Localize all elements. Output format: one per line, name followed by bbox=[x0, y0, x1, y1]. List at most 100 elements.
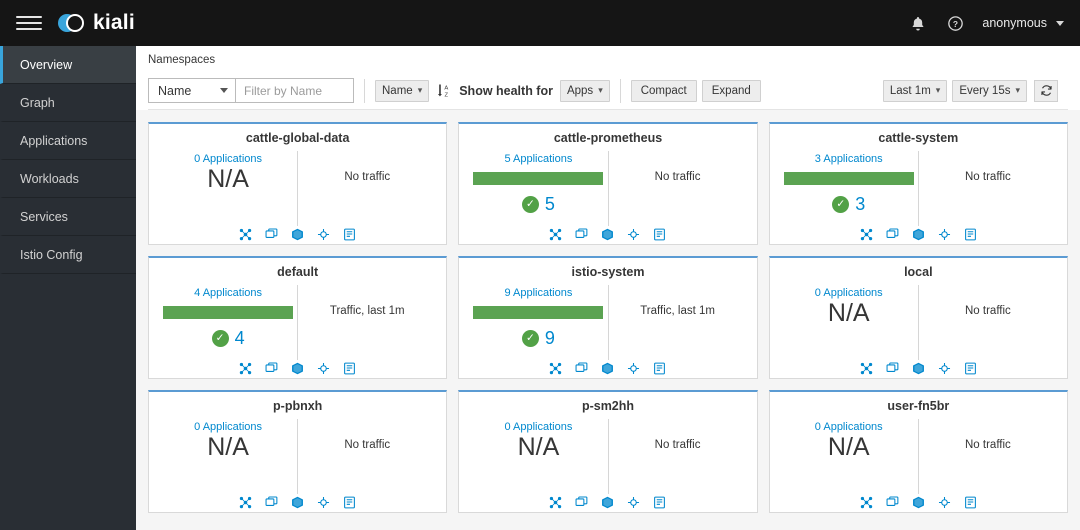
namespace-card[interactable]: p-sm2hh 0 Applications N/A No traffic bbox=[458, 390, 758, 513]
user-name: anonymous bbox=[982, 16, 1047, 30]
graph-icon[interactable] bbox=[549, 496, 562, 509]
applications-icon[interactable] bbox=[575, 496, 588, 509]
workloads-icon[interactable] bbox=[601, 496, 614, 509]
applications-icon[interactable] bbox=[886, 228, 899, 241]
istio-config-icon[interactable] bbox=[343, 228, 356, 241]
applications-icon[interactable] bbox=[265, 228, 278, 241]
namespace-card[interactable]: default 4 Applications ✓ 4 Traffic, last 1m bbox=[148, 256, 448, 379]
workloads-icon[interactable] bbox=[601, 362, 614, 375]
sidebar-item-applications[interactable]: Applications bbox=[0, 122, 136, 160]
namespace-card-body: 0 Applications N/A No traffic bbox=[469, 413, 746, 506]
applications-count-link[interactable]: 4 Applications bbox=[194, 287, 262, 299]
services-icon[interactable] bbox=[627, 496, 640, 509]
sidebar-item-workloads[interactable]: Workloads bbox=[0, 160, 136, 198]
masthead: kiali ? anonymous bbox=[0, 0, 1080, 46]
namespace-card[interactable]: user-fn5br 0 Applications N/A No traffic bbox=[768, 390, 1068, 513]
services-icon[interactable] bbox=[317, 362, 330, 375]
applications-count-link[interactable]: 0 Applications bbox=[504, 421, 572, 433]
istio-config-icon[interactable] bbox=[964, 362, 977, 375]
sidebar-item-services[interactable]: Services bbox=[0, 198, 136, 236]
applications-count-link[interactable]: 0 Applications bbox=[194, 153, 262, 165]
services-icon[interactable] bbox=[938, 496, 951, 509]
istio-config-icon[interactable] bbox=[653, 362, 666, 375]
graph-icon[interactable] bbox=[860, 496, 873, 509]
workloads-icon[interactable] bbox=[291, 496, 304, 509]
applications-icon[interactable] bbox=[265, 362, 278, 375]
sidebar-item-label: Istio Config bbox=[20, 247, 83, 262]
namespace-card-body: 3 Applications ✓ 3 No traffic bbox=[780, 145, 1057, 238]
workloads-icon[interactable] bbox=[912, 362, 925, 375]
sort-field-value: Name bbox=[382, 84, 413, 97]
applications-count-link[interactable]: 5 Applications bbox=[504, 153, 572, 165]
bell-icon[interactable] bbox=[908, 13, 928, 33]
istio-config-icon[interactable] bbox=[343, 362, 356, 375]
namespace-health-section: 9 Applications ✓ 9 bbox=[469, 283, 607, 372]
applications-count-link[interactable]: 3 Applications bbox=[815, 153, 883, 165]
namespace-card[interactable]: cattle-global-data 0 Applications N/A No tr… bbox=[148, 122, 448, 245]
sort-amount-asc-icon[interactable]: A Z bbox=[433, 80, 453, 102]
refresh-interval-select[interactable]: Every 15s ▾ bbox=[952, 79, 1027, 102]
hamburger-icon[interactable] bbox=[16, 10, 42, 36]
graph-icon[interactable] bbox=[549, 228, 562, 241]
workloads-icon[interactable] bbox=[291, 228, 304, 241]
brand[interactable]: kiali bbox=[58, 11, 135, 35]
graph-icon[interactable] bbox=[239, 362, 252, 375]
compact-button[interactable]: Compact bbox=[630, 79, 697, 102]
sidebar-item-overview[interactable]: Overview bbox=[0, 46, 136, 84]
expand-button[interactable]: Expand bbox=[701, 79, 761, 102]
istio-config-icon[interactable] bbox=[964, 496, 977, 509]
services-icon[interactable] bbox=[317, 228, 330, 241]
sidebar-item-graph[interactable]: Graph bbox=[0, 84, 136, 122]
services-icon[interactable] bbox=[317, 496, 330, 509]
traffic-status: Traffic, last 1m bbox=[640, 305, 715, 317]
graph-icon[interactable] bbox=[239, 228, 252, 241]
graph-icon[interactable] bbox=[860, 228, 873, 241]
sidebar-item-istio-config[interactable]: Istio Config bbox=[0, 236, 136, 274]
workloads-icon[interactable] bbox=[291, 362, 304, 375]
istio-config-icon[interactable] bbox=[343, 496, 356, 509]
services-icon[interactable] bbox=[938, 362, 951, 375]
applications-count-link[interactable]: 0 Applications bbox=[815, 287, 883, 299]
services-icon[interactable] bbox=[627, 228, 640, 241]
graph-icon[interactable] bbox=[860, 362, 873, 375]
services-icon[interactable] bbox=[938, 228, 951, 241]
applications-count-link[interactable]: 9 Applications bbox=[504, 287, 572, 299]
chevron-down-icon: ▾ bbox=[417, 85, 423, 95]
duration-select[interactable]: Last 1m ▾ bbox=[882, 79, 948, 102]
graph-icon[interactable] bbox=[549, 362, 562, 375]
applications-icon[interactable] bbox=[886, 362, 899, 375]
workloads-icon[interactable] bbox=[912, 228, 925, 241]
sort-field-select[interactable]: Name ▾ bbox=[375, 79, 430, 102]
istio-config-icon[interactable] bbox=[653, 496, 666, 509]
traffic-status: No traffic bbox=[965, 305, 1011, 317]
workloads-icon[interactable] bbox=[601, 228, 614, 241]
applications-icon[interactable] bbox=[575, 362, 588, 375]
graph-icon[interactable] bbox=[239, 496, 252, 509]
services-icon[interactable] bbox=[627, 362, 640, 375]
namespace-title: p-sm2hh bbox=[581, 399, 635, 413]
applications-count-link[interactable]: 0 Applications bbox=[815, 421, 883, 433]
workloads-icon[interactable] bbox=[912, 496, 925, 509]
namespace-card[interactable]: cattle-prometheus 5 Applications ✓ 5 No traf… bbox=[458, 122, 758, 245]
applications-icon[interactable] bbox=[886, 496, 899, 509]
user-menu[interactable]: anonymous bbox=[982, 16, 1064, 30]
help-icon[interactable]: ? bbox=[945, 13, 965, 33]
namespace-card[interactable]: local 0 Applications N/A No traffic bbox=[768, 256, 1068, 379]
namespace-card[interactable]: istio-system 9 Applications ✓ 9 Traffic, las… bbox=[458, 256, 758, 379]
applications-icon[interactable] bbox=[575, 228, 588, 241]
filter-input[interactable] bbox=[236, 78, 354, 103]
namespace-card[interactable]: cattle-system 3 Applications ✓ 3 No traffic bbox=[768, 122, 1068, 245]
namespace-card[interactable]: p-pbnxh 0 Applications N/A No traffic bbox=[148, 390, 448, 513]
istio-config-icon[interactable] bbox=[653, 228, 666, 241]
namespace-health-section: 0 Applications N/A bbox=[780, 417, 918, 506]
applications-icon[interactable] bbox=[265, 496, 278, 509]
health-scope-select[interactable]: Apps ▾ bbox=[559, 79, 610, 102]
namespace-action-icons bbox=[770, 362, 1067, 375]
namespace-title: istio-system bbox=[571, 265, 645, 279]
istio-config-icon[interactable] bbox=[964, 228, 977, 241]
filter-category-select[interactable]: Name bbox=[148, 78, 236, 103]
namespace-grid: cattle-global-data 0 Applications N/A No tr… bbox=[148, 122, 1068, 513]
kiali-logo-icon bbox=[58, 12, 86, 34]
applications-count-link[interactable]: 0 Applications bbox=[194, 421, 262, 433]
refresh-icon[interactable] bbox=[1034, 79, 1058, 102]
